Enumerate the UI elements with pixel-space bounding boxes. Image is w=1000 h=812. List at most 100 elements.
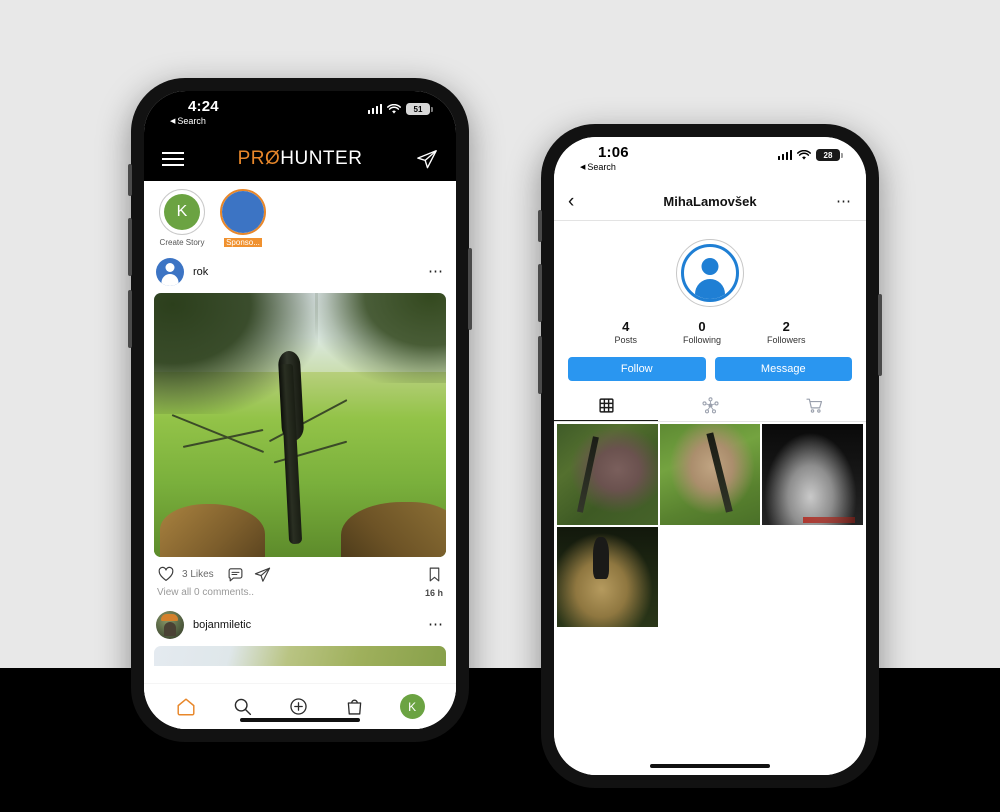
status-time: 1:06 (598, 144, 629, 161)
power-button[interactable] (468, 248, 472, 330)
profile-action-buttons: Follow Message (554, 347, 866, 390)
paper-plane-icon[interactable] (416, 148, 438, 170)
image-hunter-knee-left (159, 504, 265, 557)
grid-photo-3[interactable] (762, 424, 863, 525)
signal-bars-icon (777, 150, 792, 160)
status-back-label: Search (177, 116, 206, 126)
home-icon[interactable] (175, 696, 197, 718)
logo-accent: PRØ (237, 148, 281, 169)
battery-level: 51 (413, 104, 423, 114)
shopping-cart-icon (805, 396, 824, 415)
phone-left-screen: 4:24 ◀ Search 51 PRØHUNTER K Create Stor… (144, 91, 456, 729)
shop-bag-icon[interactable] (344, 696, 365, 717)
story-label: Create Story (159, 238, 205, 247)
story-label-sponsored: Sponso... (224, 238, 262, 247)
phone-left: 4:24 ◀ Search 51 PRØHUNTER K Create Stor… (128, 78, 472, 742)
hamburger-menu-icon[interactable] (162, 152, 184, 166)
stat-label: Followers (767, 335, 806, 345)
more-options-icon[interactable]: ⋯ (428, 617, 444, 632)
volume-down-button[interactable] (538, 336, 542, 394)
bookmark-icon[interactable] (426, 566, 443, 583)
image-canopy-right (314, 293, 446, 383)
stat-value: 0 (698, 319, 706, 334)
app-header: PRØHUNTER (144, 137, 456, 181)
post-timestamp: 16 h (424, 587, 443, 598)
stat-label: Posts (614, 335, 637, 345)
bottom-tab-bar: K (144, 683, 456, 729)
silence-switch[interactable] (538, 210, 542, 242)
back-triangle-icon: ◀ (170, 118, 176, 125)
post-meta: View all 0 comments.. 16 h (144, 586, 456, 604)
post-header: bojanmiletic ⋯ (144, 604, 456, 646)
profile-avatar[interactable]: K (399, 694, 425, 719)
status-bar-left: 4:24 ◀ Search 51 (144, 91, 456, 137)
volume-up-button[interactable] (538, 264, 542, 322)
story-avatar-sponsored (222, 191, 264, 233)
profile-avatar-ring[interactable] (676, 239, 744, 307)
profile-stats: 4 Posts 0 Following 2 Followers (554, 313, 866, 347)
post-image[interactable] (154, 293, 446, 557)
back-triangle-icon: ◀ (580, 164, 586, 171)
tab-network[interactable] (658, 390, 762, 421)
story-ring: K (159, 189, 205, 235)
story-sponsored[interactable]: Sponso... (217, 189, 269, 247)
battery-level: 28 (823, 150, 833, 160)
add-post-icon[interactable] (288, 696, 309, 717)
phone-right: 1:06 ◀ Search 28 ‹ MihaLamovšek ⋯ 4 Post… (538, 124, 882, 788)
stories-row[interactable]: K Create Story Sponso... (144, 181, 456, 251)
network-nodes-icon (701, 396, 720, 415)
story-ring-sponsored (220, 189, 266, 235)
view-comments-link[interactable]: View all 0 comments.. (157, 587, 254, 598)
tab-grid[interactable] (554, 390, 658, 421)
status-time: 4:24 (188, 98, 219, 115)
grid-photo-2[interactable] (659, 424, 761, 525)
app-logo: PRØHUNTER (238, 148, 363, 170)
silence-switch[interactable] (128, 164, 132, 196)
wifi-icon (387, 103, 401, 115)
back-chevron-icon[interactable]: ‹ (568, 192, 596, 211)
status-back-link[interactable]: ◀ Search (580, 162, 616, 172)
default-person-avatar (681, 244, 739, 302)
share-plane-icon[interactable] (254, 566, 271, 583)
story-create[interactable]: K Create Story (156, 189, 208, 247)
volume-down-button[interactable] (128, 290, 132, 348)
logo-rest: HUNTER (280, 148, 363, 169)
stat-value: 4 (622, 319, 630, 334)
signal-bars-icon (367, 104, 382, 114)
battery-icon: 51 (406, 103, 433, 115)
search-icon[interactable] (232, 696, 253, 717)
home-indicator (240, 717, 360, 722)
stat-followers[interactable]: 2 Followers (767, 319, 806, 345)
follow-button[interactable]: Follow (568, 357, 706, 381)
stat-following[interactable]: 0 Following (683, 319, 721, 345)
power-button[interactable] (878, 294, 882, 376)
default-person-avatar[interactable] (156, 258, 184, 286)
phone-right-screen: 1:06 ◀ Search 28 ‹ MihaLamovšek ⋯ 4 Post… (554, 137, 866, 775)
like-heart-icon[interactable] (157, 565, 175, 583)
grid-photo-1[interactable] (557, 424, 658, 525)
photo-avatar[interactable] (156, 611, 184, 639)
profile-screen: ‹ MihaLamovšek ⋯ 4 Posts 0 Following 2 F… (554, 183, 866, 775)
volume-up-button[interactable] (128, 218, 132, 276)
post-image-partial[interactable] (154, 646, 446, 666)
grid-photo-4[interactable] (557, 526, 658, 628)
tab-shop[interactable] (762, 390, 866, 421)
post-rok: rok ⋯ 3 Likes View all 0 comments.. 16 h (144, 251, 456, 604)
post-header: rok ⋯ (144, 251, 456, 293)
photo-grid (554, 422, 866, 629)
story-avatar: K (164, 194, 200, 230)
post-username[interactable]: bojanmiletic (193, 619, 419, 631)
comment-bubble-icon[interactable] (227, 566, 244, 583)
status-back-link[interactable]: ◀ Search (170, 116, 206, 126)
more-options-icon[interactable]: ⋯ (824, 194, 852, 209)
wifi-icon (797, 149, 811, 161)
prohunter-app: PRØHUNTER K Create Story Sponso... rok ⋯… (144, 137, 456, 729)
page-title: MihaLamovšek (663, 194, 757, 209)
battery-icon: 28 (816, 149, 843, 161)
more-options-icon[interactable]: ⋯ (428, 264, 444, 279)
feed[interactable]: K Create Story Sponso... rok ⋯ 3 Likes V… (144, 181, 456, 683)
stat-label: Following (682, 335, 722, 345)
message-button[interactable]: Message (714, 357, 852, 381)
post-username[interactable]: rok (193, 266, 419, 278)
stat-posts[interactable]: 4 Posts (614, 319, 637, 345)
